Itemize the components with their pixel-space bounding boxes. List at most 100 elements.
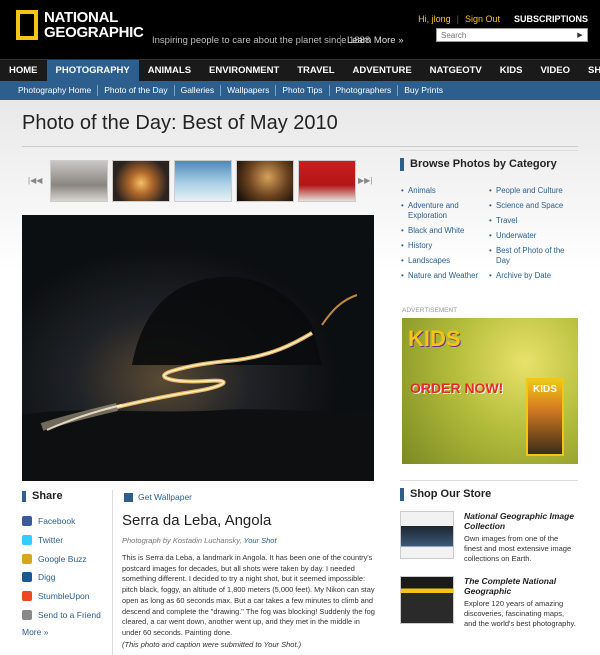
shop-item-image-collection[interactable]: National Geographic Image Collection Own… bbox=[400, 511, 580, 564]
share-list: Facebook Twitter Google Buzz Digg StumbleUpo… bbox=[22, 512, 108, 624]
your-shot-link[interactable]: Your Shot bbox=[244, 536, 277, 545]
greeting-link[interactable]: Hi, jlong bbox=[418, 14, 451, 24]
share-item-label: StumbleUpon bbox=[38, 591, 90, 602]
share-item[interactable]: Facebook bbox=[22, 512, 108, 531]
category-link[interactable]: Science and Space bbox=[488, 201, 576, 211]
nav-item-shop[interactable]: SHOP bbox=[579, 60, 600, 81]
submission-note: (This photo and caption were submitted t… bbox=[122, 640, 302, 649]
category-link[interactable]: Landscapes bbox=[400, 256, 488, 266]
shop-item-name[interactable]: The Complete National Geographic bbox=[464, 576, 576, 596]
main-photo[interactable] bbox=[22, 215, 374, 481]
subnav-item-buy-prints[interactable]: Buy Prints bbox=[398, 85, 449, 96]
ad-magazine-title: KIDS bbox=[533, 384, 557, 395]
shop-item-complete-natgeo[interactable]: The Complete National Geographic Explore… bbox=[400, 576, 580, 629]
nav-item-home[interactable]: HOME bbox=[0, 60, 47, 81]
category-link[interactable]: People and Culture bbox=[488, 186, 576, 196]
yellow-border-logo-icon bbox=[16, 10, 38, 40]
logo-line-2: GEOGRAPHIC bbox=[44, 24, 144, 41]
subnav-item-photographers[interactable]: Photographers bbox=[330, 85, 399, 96]
subnav-item-galleries[interactable]: Galleries bbox=[175, 85, 222, 96]
digg-icon bbox=[22, 572, 32, 583]
night-road-photo-illustration bbox=[22, 215, 374, 481]
nav-item-natgeotv[interactable]: NATGEOTV bbox=[421, 60, 491, 81]
share-item-label: Digg bbox=[38, 572, 56, 583]
wallpaper-icon bbox=[124, 492, 133, 502]
credit-text: Photograph by Kostadin Luchansky, bbox=[122, 536, 242, 545]
shop-section: Shop Our Store bbox=[400, 488, 491, 501]
category-link[interactable]: Adventure and Exploration bbox=[400, 201, 488, 221]
share-heading: Share bbox=[22, 490, 108, 502]
previous-arrow-icon[interactable]: |◀◀ bbox=[28, 176, 42, 185]
thumbnail-4[interactable] bbox=[236, 160, 294, 202]
share-item[interactable]: Send to a Friend bbox=[22, 605, 108, 624]
ad-kids-logo: KIDS bbox=[408, 326, 461, 351]
email-icon bbox=[22, 609, 32, 620]
right-divider-top bbox=[400, 150, 578, 151]
ad-label: ADVERTISEMENT bbox=[402, 307, 458, 314]
thumbnail-2[interactable] bbox=[112, 160, 170, 202]
ad-order-now: ORDER NOW! bbox=[410, 380, 504, 396]
search-go-icon[interactable]: ▶ bbox=[573, 31, 587, 39]
category-grid: Animals Adventure and Exploration Black an… bbox=[400, 186, 580, 286]
separator: | bbox=[456, 14, 459, 24]
category-link[interactable]: Nature and Weather bbox=[400, 271, 488, 281]
share-panel: Share Facebook Twitter Google Buzz Digg Stum… bbox=[22, 490, 108, 637]
browse-section: Browse Photos by Category bbox=[400, 158, 580, 171]
share-more-link[interactable]: More » bbox=[22, 627, 108, 637]
subscriptions-link[interactable]: SUBSCRIPTIONS bbox=[514, 14, 588, 24]
category-link[interactable]: Travel bbox=[488, 216, 576, 226]
nav-item-environment[interactable]: ENVIRONMENT bbox=[200, 60, 288, 81]
main-nav: HOME PHOTOGRAPHY ANIMALS ENVIRONMENT TRAVEL A… bbox=[0, 59, 600, 81]
site-header: NATIONAL GEOGRAPHIC Inspiring people to … bbox=[0, 0, 600, 59]
kids-ad-banner[interactable]: KIDS ORDER NOW! KIDS bbox=[402, 318, 578, 464]
right-divider-shop bbox=[400, 480, 578, 481]
nav-item-video[interactable]: VIDEO bbox=[531, 60, 579, 81]
shop-item-desc: Own images from one of the finest and mo… bbox=[464, 534, 572, 563]
natgeo-logo[interactable]: NATIONAL GEOGRAPHIC bbox=[16, 10, 144, 40]
subnav-item-photo-tips[interactable]: Photo Tips bbox=[276, 85, 330, 96]
tagline: Inspiring people to care about the plane… bbox=[152, 35, 371, 46]
nav-item-adventure[interactable]: ADVENTURE bbox=[344, 60, 421, 81]
nav-item-travel[interactable]: TRAVEL bbox=[288, 60, 343, 81]
logo-line-1: NATIONAL bbox=[44, 9, 118, 26]
sign-out-link[interactable]: Sign Out bbox=[465, 14, 500, 24]
thumbnail-3[interactable] bbox=[174, 160, 232, 202]
search-box: ▶ bbox=[436, 28, 588, 42]
search-input[interactable] bbox=[437, 29, 573, 41]
nav-item-photography[interactable]: PHOTOGRAPHY bbox=[46, 60, 139, 81]
category-link[interactable]: History bbox=[400, 241, 488, 251]
ad-magazine-cover: KIDS bbox=[526, 378, 564, 456]
share-item[interactable]: Digg bbox=[22, 568, 108, 587]
share-item[interactable]: Twitter bbox=[22, 531, 108, 550]
subnav-item-photography-home[interactable]: Photography Home bbox=[12, 85, 99, 96]
twitter-icon bbox=[22, 535, 32, 546]
category-link[interactable]: Archive by Date bbox=[488, 271, 576, 281]
shop-item-name[interactable]: National Geographic Image Collection bbox=[464, 511, 576, 531]
user-links: Hi, jlong | Sign Out SUBSCRIPTIONS bbox=[418, 14, 588, 24]
thumbnail-5[interactable] bbox=[298, 160, 356, 202]
google-buzz-icon bbox=[22, 553, 32, 564]
nav-item-kids[interactable]: KIDS bbox=[491, 60, 532, 81]
learn-more-link[interactable]: Learn More » bbox=[340, 35, 404, 46]
share-item-label: Twitter bbox=[38, 535, 64, 546]
thumbnail-1[interactable] bbox=[50, 160, 108, 202]
image-collection-cover bbox=[400, 511, 454, 559]
share-item[interactable]: StumbleUpon bbox=[22, 587, 108, 606]
subnav-item-photo-of-the-day[interactable]: Photo of the Day bbox=[98, 85, 175, 96]
shop-heading: Shop Our Store bbox=[400, 488, 491, 501]
stumbleupon-icon bbox=[22, 591, 32, 602]
category-link[interactable]: Best of Photo of the Day bbox=[488, 246, 576, 266]
nav-item-animals[interactable]: ANIMALS bbox=[139, 60, 200, 81]
photo-caption: This is Serra da Leba, a landmark in Ang… bbox=[122, 553, 375, 637]
title-divider bbox=[22, 146, 578, 147]
category-column-1: Animals Adventure and Exploration Black an… bbox=[400, 186, 488, 286]
category-link[interactable]: Animals bbox=[400, 186, 488, 196]
category-link[interactable]: Underwater bbox=[488, 231, 576, 241]
next-arrow-icon[interactable]: ▶▶| bbox=[358, 176, 372, 185]
get-wallpaper-link[interactable]: Get Wallpaper bbox=[124, 492, 192, 502]
category-link[interactable]: Black and White bbox=[400, 226, 488, 236]
page-title: Photo of the Day: Best of May 2010 bbox=[22, 112, 338, 134]
share-item-label: Google Buzz bbox=[38, 553, 87, 564]
share-item[interactable]: Google Buzz bbox=[22, 549, 108, 568]
subnav-item-wallpapers[interactable]: Wallpapers bbox=[221, 85, 277, 96]
